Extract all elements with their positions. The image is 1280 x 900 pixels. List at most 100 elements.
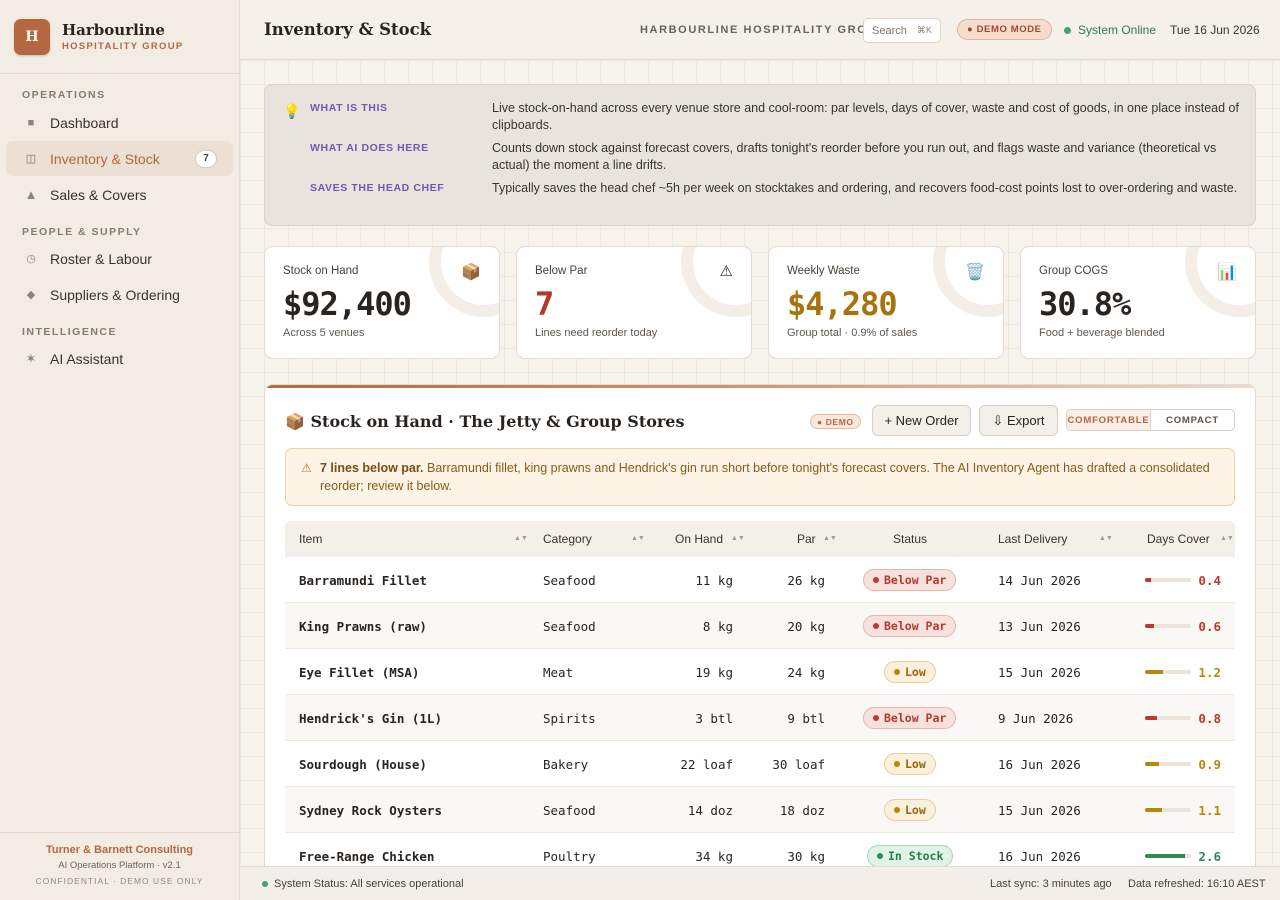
- sidebar-item-inventory[interactable]: ◫ Inventory & Stock 7: [6, 141, 233, 176]
- days-cover-bar-fill: [1145, 670, 1164, 674]
- search-button[interactable]: Search ⌘K: [863, 18, 941, 43]
- status-dot-icon: [1064, 26, 1071, 34]
- sidebar-footer: Turner & Barnett Consulting AI Operation…: [0, 832, 239, 900]
- cell-category: Seafood: [543, 619, 596, 634]
- data-refreshed-text: Data refreshed: 16:10 AEST: [1128, 878, 1266, 890]
- kpi-card-group-cogs[interactable]: Group COGS 📊 30.8% Food + beverage blend…: [1020, 246, 1256, 359]
- search-label: Search: [872, 24, 907, 37]
- sidebar-item-label: Dashboard: [50, 114, 119, 131]
- sort-icon[interactable]: ▲▼: [823, 535, 837, 542]
- status-badge-label: Below Par: [884, 711, 947, 725]
- cell-days-cover: 1.1: [1198, 803, 1221, 818]
- alert-bold: 7 lines below par.: [320, 461, 424, 475]
- sidebar-item-sales[interactable]: ▲ Sales & Covers: [6, 177, 233, 212]
- status-badge-label: Low: [905, 757, 926, 771]
- sidebar-item-ai-assistant[interactable]: ✶ AI Assistant: [6, 341, 233, 376]
- density-compact-option[interactable]: COMPACT: [1151, 410, 1234, 430]
- cell-item: King Prawns (raw): [299, 619, 427, 634]
- cell-days-cover: 0.8: [1198, 711, 1221, 726]
- info-row: SAVES THE HEAD CHEF Typically saves the …: [310, 180, 1245, 197]
- sidebar-item-label: Suppliers & Ordering: [50, 286, 180, 303]
- sort-icon[interactable]: ▲▼: [1099, 535, 1113, 542]
- stock-on-hand-card: 📦 Stock on Hand · The Jetty & Group Stor…: [264, 384, 1256, 866]
- sidebar: H Harbourline HOSPITALITY GROUP OPERATIO…: [0, 0, 240, 900]
- table-row[interactable]: Barramundi Fillet Seafood 11 kg 26 kg Below …: [285, 557, 1235, 603]
- sidebar-item-suppliers[interactable]: ◆ Suppliers & Ordering: [6, 277, 233, 312]
- sort-icon[interactable]: ▲▼: [1220, 535, 1234, 542]
- column-header-status[interactable]: Status: [893, 532, 927, 546]
- column-header-category[interactable]: Category: [543, 532, 592, 546]
- bar-chart-icon: 📊: [1217, 264, 1237, 281]
- cell-last-delivery: 15 Jun 2026: [998, 665, 1081, 680]
- density-comfortable-option[interactable]: COMFORTABLE: [1067, 410, 1151, 430]
- lightbulb-icon: 💡: [283, 103, 301, 119]
- kpi-subtext: Food + beverage blended: [1039, 327, 1165, 339]
- table-header: Item ▲▼ Category ▲▼ On Hand ▲▼ Par ▲▼ St…: [285, 521, 1235, 557]
- square-icon: ■: [27, 116, 35, 129]
- kpi-value: $4,280: [787, 285, 898, 323]
- cell-category: Bakery: [543, 757, 589, 772]
- column-header-days-cover[interactable]: Days Cover: [1147, 532, 1210, 546]
- cell-par: 20 kg: [787, 619, 825, 634]
- kpi-card-weekly-waste[interactable]: Weekly Waste 🗑️ $4,280 Group total · 0.9…: [768, 246, 1004, 359]
- column-header-on-hand[interactable]: On Hand: [675, 532, 723, 546]
- table-row[interactable]: Free-Range Chicken Poultry 34 kg 30 kg In St…: [285, 833, 1235, 866]
- status-badge: Low: [884, 799, 936, 821]
- kpi-value: 7: [535, 285, 554, 323]
- status-badge-label: Below Par: [884, 619, 947, 633]
- triangle-icon: ▲: [24, 187, 38, 202]
- sidebar-item-dashboard[interactable]: ■ Dashboard: [6, 105, 233, 140]
- cell-category: Seafood: [543, 573, 596, 588]
- table-row[interactable]: Sourdough (House) Bakery 22 loaf 30 loaf Low…: [285, 741, 1235, 787]
- nav-section-people: PEOPLE & SUPPLY: [22, 226, 142, 238]
- cell-last-delivery: 15 Jun 2026: [998, 803, 1081, 818]
- column-header-last-delivery[interactable]: Last Delivery: [998, 532, 1067, 546]
- brand[interactable]: H Harbourline HOSPITALITY GROUP: [0, 0, 239, 74]
- cell-days-cover: 1.2: [1198, 665, 1221, 680]
- table-row[interactable]: Sydney Rock Oysters Seafood 14 doz 18 doz Lo…: [285, 787, 1235, 833]
- footer-platform: AI Operations Platform · v2.1: [58, 860, 181, 871]
- cell-days-cover: 2.6: [1198, 849, 1221, 864]
- status-dot-icon: [873, 577, 879, 583]
- info-panel: 💡 WHAT IS THIS Live stock-on-hand across…: [264, 84, 1256, 226]
- header-date: Tue 16 Jun 2026: [1170, 23, 1260, 37]
- cell-on-hand: 11 kg: [695, 573, 733, 588]
- table-row[interactable]: Hendrick's Gin (1L) Spirits 3 btl 9 btl Belo…: [285, 695, 1235, 741]
- kpi-card-stock-on-hand[interactable]: Stock on Hand 📦 $92,400 Across 5 venues: [264, 246, 500, 359]
- trash-icon: 🗑️: [965, 264, 985, 281]
- brand-subtitle: HOSPITALITY GROUP: [62, 41, 184, 52]
- sort-icon[interactable]: ▲▼: [514, 535, 528, 542]
- clock-icon: ◷: [26, 253, 36, 265]
- sort-icon[interactable]: ▲▼: [731, 535, 745, 542]
- header-org-name: HARBOURLINE HOSPITALITY GROUP: [640, 24, 886, 36]
- column-header-item[interactable]: Item: [299, 532, 322, 546]
- days-cover-bar: [1145, 670, 1191, 674]
- status-badge: Below Par: [863, 707, 957, 729]
- table-row[interactable]: Eye Fillet (MSA) Meat 19 kg 24 kg Low 15 Jun …: [285, 649, 1235, 695]
- kpi-label: Below Par: [535, 265, 588, 277]
- status-dot-icon: [873, 623, 879, 629]
- footer-note: CONFIDENTIAL · DEMO USE ONLY: [35, 876, 204, 886]
- sparkle-icon: ✶: [25, 350, 37, 366]
- new-order-button[interactable]: + New Order: [872, 405, 971, 436]
- kpi-card-below-par[interactable]: Below Par ⚠ 7 Lines need reorder today: [516, 246, 752, 359]
- warning-icon: ⚠: [301, 461, 312, 475]
- days-cover-bar-fill: [1145, 716, 1158, 720]
- sort-icon[interactable]: ▲▼: [631, 535, 645, 542]
- status-dot-icon: [873, 715, 879, 721]
- status-badge: Low: [884, 753, 936, 775]
- cell-par: 18 doz: [779, 803, 825, 818]
- cell-days-cover: 0.4: [1198, 573, 1221, 588]
- last-sync-text: Last sync: 3 minutes ago: [990, 878, 1112, 890]
- export-button[interactable]: ⇩ Export: [979, 405, 1058, 436]
- column-header-par[interactable]: Par: [797, 532, 816, 546]
- below-par-alert: ⚠ 7 lines below par. Barramundi fillet, …: [285, 448, 1235, 506]
- kpi-subtext: Across 5 venues: [283, 327, 365, 339]
- status-dot-icon: [262, 881, 268, 887]
- status-badge-label: Below Par: [884, 573, 947, 587]
- cell-item: Hendrick's Gin (1L): [299, 711, 442, 726]
- alert-body: Barramundi fillet, king prawns and Hendr…: [320, 461, 1210, 493]
- table-row[interactable]: King Prawns (raw) Seafood 8 kg 20 kg Below P…: [285, 603, 1235, 649]
- sidebar-item-roster[interactable]: ◷ Roster & Labour: [6, 241, 233, 276]
- days-cover-bar-fill: [1145, 808, 1162, 812]
